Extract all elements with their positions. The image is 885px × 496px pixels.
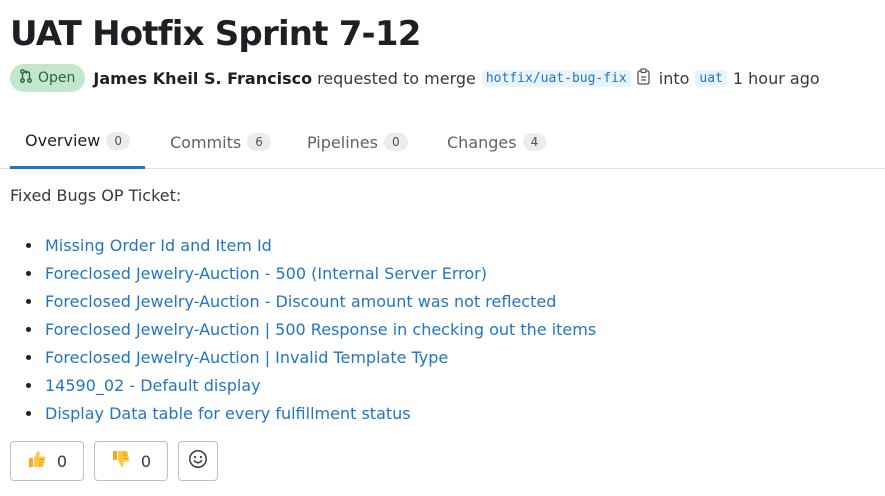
tab-changes[interactable]: Changes 4 xyxy=(447,115,547,169)
merge-request-meta: Open James Kheil S. Francisco requested … xyxy=(10,64,820,92)
bug-link[interactable]: Foreclosed Jewelry-Auction | 500 Respons… xyxy=(45,320,596,339)
tab-label: Pipelines xyxy=(307,132,378,152)
smiley-face-icon xyxy=(188,449,208,473)
merge-action-text: requested to merge xyxy=(317,68,476,88)
thumbs-up-icon xyxy=(27,449,47,473)
page-title: UAT Hotfix Sprint 7-12 xyxy=(10,14,421,54)
author-name[interactable]: James Kheil S. Francisco xyxy=(93,69,312,88)
status-label: Open xyxy=(38,70,76,86)
bug-link[interactable]: Foreclosed Jewelry-Auction - Discount am… xyxy=(45,292,556,311)
bullet xyxy=(26,354,31,360)
description-heading: Fixed Bugs OP Ticket: xyxy=(10,186,182,205)
thumbs-down-icon xyxy=(111,449,131,473)
merge-request-icon xyxy=(19,69,33,87)
add-reaction-button[interactable] xyxy=(178,441,218,481)
merge-request-tabs: Overview 0 Commits 6 Pipelines 0 Changes… xyxy=(0,115,885,169)
list-item: Foreclosed Jewelry-Auction | 500 Respons… xyxy=(26,315,596,343)
bug-link[interactable]: Display Data table for every fulfillment… xyxy=(45,404,411,423)
tab-count: 6 xyxy=(247,133,271,151)
bullet xyxy=(26,242,31,248)
tab-label: Changes xyxy=(447,132,517,152)
thumbs-down-count: 0 xyxy=(140,451,152,471)
thumbs-up-count: 0 xyxy=(56,451,68,471)
list-item: Missing Order Id and Item Id xyxy=(26,231,596,259)
thumbs-down-button[interactable]: 0 xyxy=(94,441,168,481)
bug-link[interactable]: Foreclosed Jewelry-Auction - 500 (Intern… xyxy=(45,264,487,283)
tab-count: 4 xyxy=(522,133,547,151)
tab-label: Overview xyxy=(25,131,101,150)
thumbs-up-button[interactable]: 0 xyxy=(10,441,84,481)
copy-branch-button[interactable] xyxy=(637,67,651,89)
bug-link[interactable]: Foreclosed Jewelry-Auction | Invalid Tem… xyxy=(45,348,448,367)
bullet xyxy=(26,382,31,388)
tab-overview[interactable]: Overview 0 xyxy=(10,115,145,169)
tab-count: 0 xyxy=(106,131,130,150)
source-branch[interactable]: hotfix/uat-bug-fix xyxy=(481,69,631,87)
list-item: Foreclosed Jewelry-Auction - 500 (Intern… xyxy=(26,259,596,287)
tab-label: Commits xyxy=(170,132,242,152)
tab-count: 0 xyxy=(383,133,408,151)
bug-link[interactable]: Missing Order Id and Item Id xyxy=(45,236,272,255)
status-badge: Open xyxy=(10,64,86,92)
list-item: 14590_02 - Default display xyxy=(26,371,596,399)
bug-list: Missing Order Id and Item Id Foreclosed … xyxy=(26,231,596,427)
tab-pipelines[interactable]: Pipelines 0 xyxy=(307,115,408,169)
tab-commits[interactable]: Commits 6 xyxy=(170,115,271,169)
award-emoji-bar: 0 0 xyxy=(10,441,218,481)
bullet xyxy=(26,270,31,276)
bullet xyxy=(26,326,31,332)
list-item: Foreclosed Jewelry-Auction - Discount am… xyxy=(26,287,596,315)
copy-icon xyxy=(637,67,651,89)
target-branch[interactable]: uat xyxy=(695,69,727,87)
into-text: into xyxy=(658,68,690,88)
bullet xyxy=(26,410,31,416)
timestamp: 1 hour ago xyxy=(732,68,820,88)
bug-link[interactable]: 14590_02 - Default display xyxy=(45,376,261,395)
bullet xyxy=(26,298,31,304)
list-item: Foreclosed Jewelry-Auction | Invalid Tem… xyxy=(26,343,596,371)
list-item: Display Data table for every fulfillment… xyxy=(26,399,596,427)
